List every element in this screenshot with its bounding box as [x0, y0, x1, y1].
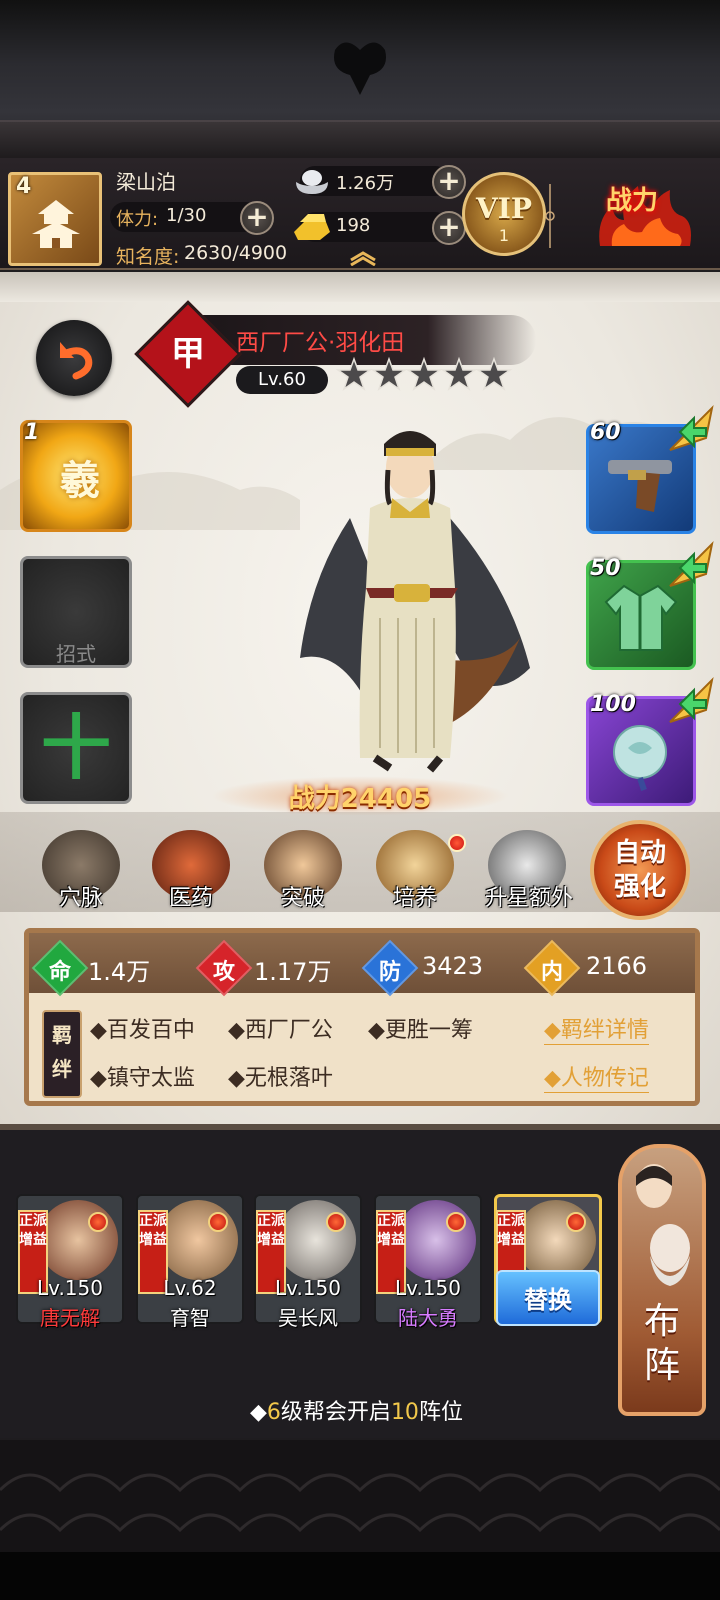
hero-portrait [276, 1200, 356, 1280]
skill-level: 1 [24, 420, 40, 445]
faction-tag-text: 正派 增益 [497, 1213, 525, 1248]
equip-accessory-level: 100 [590, 692, 636, 717]
bond-item: ◆无根落叶 [228, 1066, 333, 1091]
function-cultivate-label: 培养 [392, 886, 437, 911]
player-name: 梁山泊 [116, 170, 176, 194]
hero-name: 西厂厂公·羽化田 [236, 330, 405, 356]
internal-value: 2166 [586, 952, 648, 980]
gold-value: 198 [336, 215, 371, 236]
hp-glyph: 命 [48, 960, 71, 985]
chevron-up-icon[interactable] [348, 250, 378, 266]
bond-tag-label: 羁 绊 [52, 1023, 72, 1081]
fame-label: 知名度: [116, 246, 180, 268]
star-icon [440, 356, 478, 391]
defense-value: 3423 [422, 952, 484, 980]
ornament-divider [545, 184, 555, 248]
star-icon [336, 356, 373, 391]
skill-glyph: 羲 [60, 457, 100, 504]
equip-armor-level: 50 [590, 556, 621, 581]
stamina-label: 体力: [116, 209, 159, 230]
star-icon [475, 356, 513, 391]
hero-portrait [396, 1200, 476, 1280]
notification-dot [208, 1212, 228, 1232]
notification-dot [88, 1212, 108, 1232]
star-rating [336, 356, 513, 391]
formation-portraits [636, 1164, 690, 1286]
function-breakthrough-label: 突破 [280, 886, 325, 911]
formation-label: 布 阵 [643, 1301, 680, 1386]
faction-tag-text: 正派 增益 [19, 1213, 47, 1248]
vip-level: 1 [498, 226, 510, 245]
silver-value: 1.26万 [336, 173, 395, 194]
wave-pattern [0, 1473, 720, 1533]
hero-portrait [516, 1200, 596, 1280]
gold-bars-icon [294, 214, 330, 240]
hp-value: 1.4万 [88, 958, 151, 986]
bond-item: ◆西厂厂公 [228, 1018, 333, 1043]
roof-ornament-icon [334, 42, 386, 95]
card-name: 吴长风 [278, 1306, 338, 1330]
vip-label: VIP [476, 192, 532, 225]
stamina-value: 1/30 [166, 205, 207, 226]
biography-link[interactable]: ◆人物传记 [544, 1060, 649, 1093]
pagoda-icon [32, 200, 80, 248]
auto-enhance-label: 自动 强化 [613, 838, 666, 902]
card-name: 陆大勇 [398, 1306, 458, 1330]
unlock-hint: ◆6级帮会开启10阵位 [250, 1400, 463, 1425]
silver-ingot-icon [296, 170, 328, 194]
upgrade-arrow-icon [669, 676, 714, 723]
bond-item: ◆百发百中 [90, 1018, 195, 1043]
bond-item: ◆镇守太监 [90, 1066, 195, 1091]
card-name: 育智 [170, 1306, 210, 1330]
equip-weapon-level: 60 [590, 420, 621, 445]
internal-glyph: 内 [540, 960, 563, 985]
roof-beam [0, 120, 720, 160]
card-level: Lv.150 [275, 1276, 341, 1300]
notification-dot [448, 834, 466, 852]
swap-button-label: 替换 [524, 1286, 572, 1314]
hero-portrait [38, 1200, 118, 1280]
defense-glyph: 防 [378, 960, 401, 985]
card-level: Lv.150 [37, 1276, 103, 1300]
card-level: Lv.62 [163, 1276, 217, 1300]
faction-tag-text: 正派 增益 [257, 1213, 285, 1248]
bond-details-link[interactable]: ◆羁绊详情 [544, 1012, 649, 1045]
add-stamina-button[interactable]: + [240, 201, 274, 235]
attack-glyph: 攻 [212, 960, 235, 985]
notification-dot [326, 1212, 346, 1232]
notification-dot [566, 1212, 586, 1232]
function-medicine-label: 医药 [168, 886, 213, 911]
add-silver-button[interactable]: + [432, 165, 466, 199]
star-icon [405, 356, 443, 391]
pistol-icon [608, 460, 672, 512]
function-star-up-label: 升星额外 [484, 886, 573, 911]
grade-text: 甲 [171, 334, 205, 374]
move-slot-label: 招式 [56, 642, 96, 666]
upgrade-arrow-icon [669, 540, 714, 587]
notification-dot [446, 1212, 466, 1232]
lineup-divider [0, 1124, 720, 1130]
combat-power-badge[interactable]: 战力 [606, 180, 658, 217]
back-arrow-icon [60, 342, 93, 380]
upgrade-arrow-icon [669, 404, 714, 451]
hero-character-image [300, 431, 530, 773]
star-icon [370, 356, 408, 391]
attack-value: 1.17万 [254, 958, 332, 986]
function-meridian-label: 穴脉 [58, 886, 103, 911]
hero-portrait [158, 1200, 238, 1280]
navigation-bar [0, 1552, 720, 1600]
add-gold-button[interactable]: + [432, 211, 466, 245]
bond-item: ◆更胜一筹 [368, 1018, 473, 1043]
plus-icon: 十 [41, 707, 111, 789]
fame-value: 2630/4900 [184, 242, 288, 264]
faction-tag-text: 正派 增益 [377, 1213, 405, 1248]
hero-level: Lv.60 [236, 366, 328, 394]
faction-tag-text: 正派 增益 [139, 1213, 167, 1248]
card-level: Lv.150 [395, 1276, 461, 1300]
panel-shadow [0, 272, 720, 302]
card-name: 唐无解 [40, 1306, 100, 1330]
